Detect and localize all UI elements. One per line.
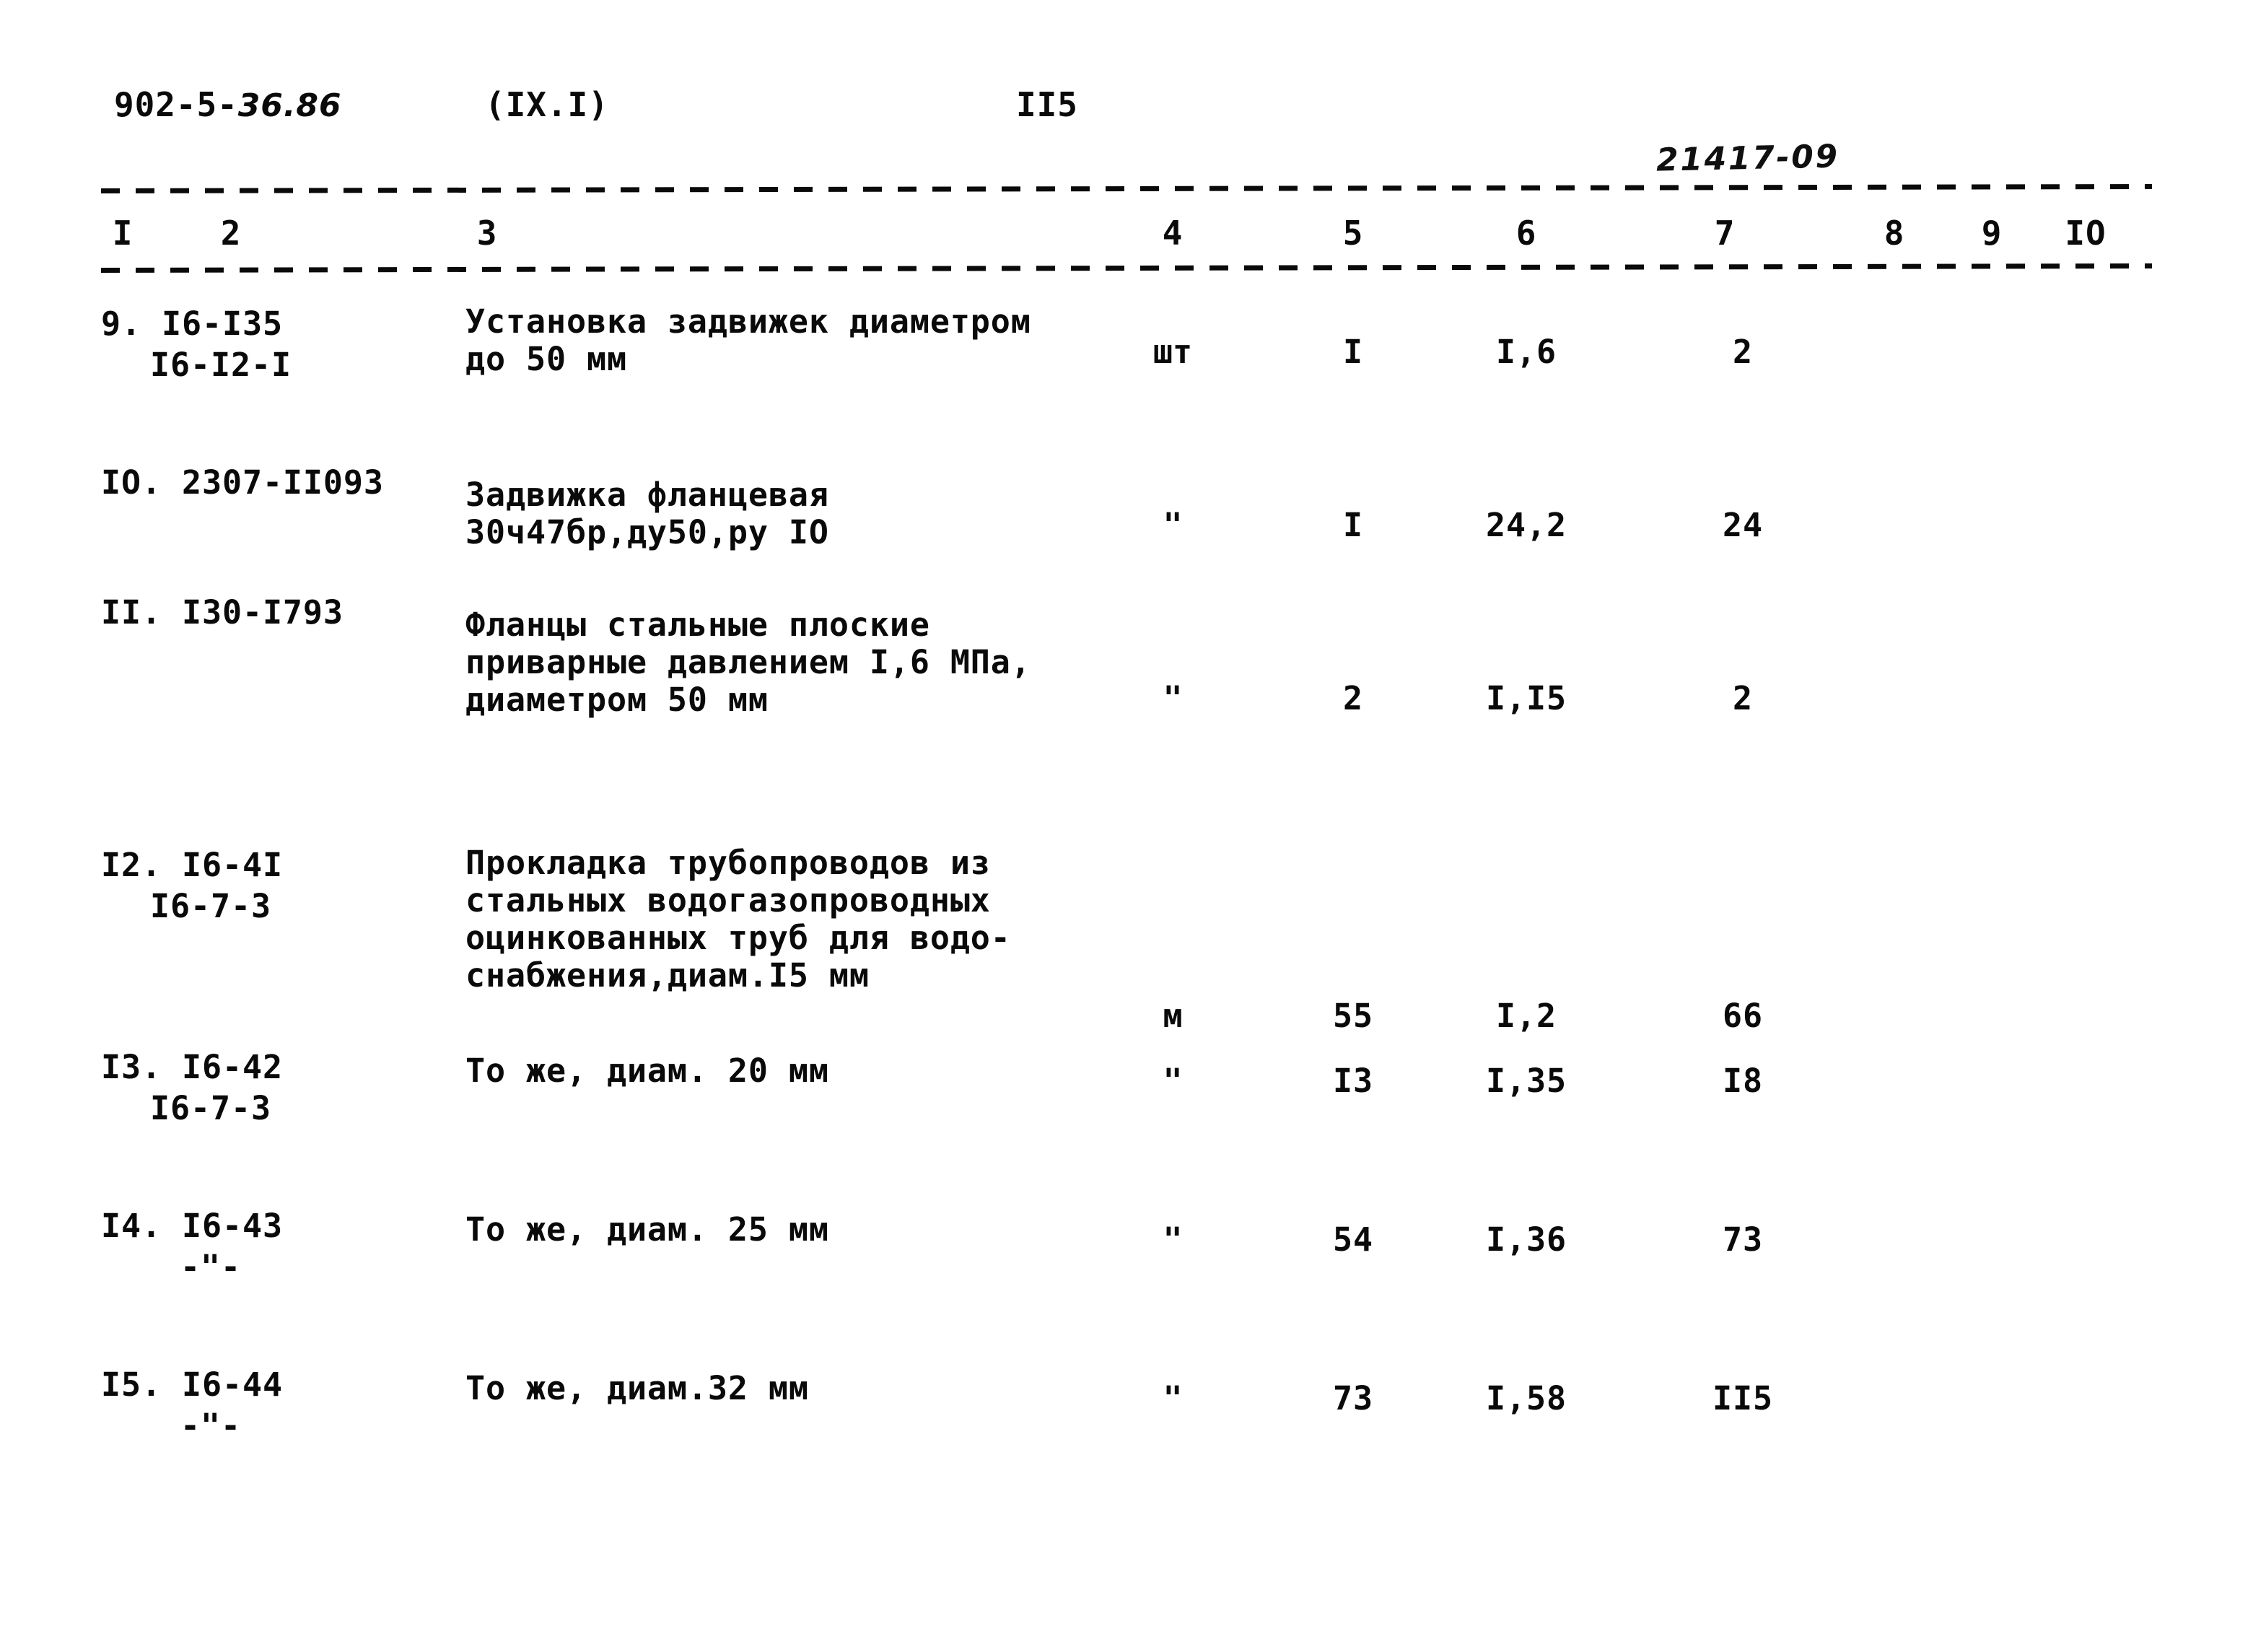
row-quantity-cell: I [1343, 333, 1363, 371]
row-norm-cell: 24,2 [1486, 506, 1567, 544]
row-description-cell: То же, диам.32 мм [465, 1370, 1115, 1407]
column-number-6: 6 [1515, 214, 1537, 253]
column-number-10: IO [2065, 214, 2107, 253]
row-index-line-2: I6-I2-I [150, 346, 292, 384]
row-index-cell: 9. I6-I35 I6-I2-I [101, 303, 476, 385]
row-index-ditto-mark: -"- [180, 1248, 241, 1286]
row-description-cell: То же, диам. 20 мм [465, 1052, 1115, 1090]
row-index-line-1: I3. I6-42 [101, 1048, 283, 1086]
row-index-cell: I3. I6-42 I6-7-3 [101, 1046, 476, 1129]
row-description-cell: Задвижка фланцевая 30ч47бр,ду50,ру IO [465, 476, 1115, 551]
description-line: снабжения,диам.I5 мм [465, 956, 870, 995]
column-number-4: 4 [1162, 214, 1184, 253]
column-number-1: I [112, 214, 134, 253]
row-unit-cell: " [1163, 1062, 1183, 1100]
row-quantity-cell: 54 [1333, 1220, 1373, 1259]
column-number-7: 7 [1714, 214, 1736, 253]
column-number-3: 3 [476, 214, 498, 253]
row-quantity-cell: I3 [1333, 1062, 1373, 1100]
row-norm-cell: I,6 [1496, 333, 1557, 371]
row-quantity-cell: 73 [1333, 1379, 1373, 1417]
row-unit-cell: " [1163, 1379, 1183, 1417]
table-bottom-rule [100, 263, 2153, 273]
row-norm-cell: I,I5 [1486, 679, 1567, 717]
row-index-line-2: I6-7-3 [150, 1089, 271, 1127]
row-index-cell: I4. I6-43 -"- [101, 1205, 476, 1288]
description-line: стальных водогазопроводных [465, 881, 991, 919]
row-index-line-2: I6-7-3 [150, 887, 271, 925]
row-unit-cell: м [1163, 997, 1183, 1035]
row-index-ditto-mark: -"- [180, 1407, 241, 1445]
row-description-cell: Фланцы стальные плоские приварные давлени… [465, 606, 1115, 719]
row-norm-cell: I,2 [1496, 997, 1557, 1035]
row-norm-cell: I,58 [1486, 1379, 1567, 1417]
description-line: приварные давлением I,6 МПа, [465, 643, 1031, 681]
description-line: То же, диам. 25 мм [465, 1210, 829, 1249]
row-index-line-1: I4. I6-43 [101, 1207, 283, 1245]
document-code-prefix: 902-5- [114, 85, 238, 124]
description-line: То же, диам. 20 мм [465, 1052, 829, 1090]
description-line: 30ч47бр,ду50,ру IO [465, 513, 829, 551]
section-code: (IX.I) [485, 85, 609, 124]
row-index-cell: II. I30-I793 [101, 592, 476, 633]
document-code: 902-5-36.86 [114, 85, 341, 124]
row-total-cell: I8 [1723, 1062, 1763, 1100]
row-index-line-1: I5. I6-44 [101, 1365, 283, 1404]
document-header: 902-5-36.86 (IX.I) II5 [0, 85, 2253, 136]
row-norm-cell: I,36 [1486, 1220, 1567, 1259]
row-total-cell: II5 [1712, 1379, 1773, 1417]
row-quantity-cell: 2 [1343, 679, 1363, 717]
row-quantity-cell: 55 [1333, 997, 1373, 1035]
description-line: То же, диам.32 мм [465, 1369, 809, 1407]
description-line: Установка задвижек диаметром [465, 302, 1031, 341]
column-number-8: 8 [1884, 214, 1905, 253]
document-code-suffix: 36.86 [237, 87, 342, 124]
page-number: II5 [1016, 85, 1078, 124]
row-index-cell: I2. I6-4I I6-7-3 [101, 844, 476, 927]
description-line: диаметром 50 мм [465, 681, 769, 719]
row-unit-cell: " [1163, 1220, 1183, 1259]
row-index-line-1: 9. I6-I35 [101, 305, 283, 343]
row-index-line-1: II. I30-I793 [101, 593, 344, 631]
row-description-cell: Прокладка трубопроводов из стальных водог… [465, 844, 1115, 995]
row-unit-cell: " [1163, 506, 1183, 544]
document-page: 902-5-36.86 (IX.I) II5 21417-09 I 2 3 4 … [0, 0, 2253, 1652]
row-total-cell: 73 [1723, 1220, 1763, 1259]
row-norm-cell: I,35 [1486, 1062, 1567, 1100]
column-number-9: 9 [1981, 214, 2003, 253]
table-column-numbers: I 2 3 4 5 6 7 8 9 IO [0, 214, 2253, 260]
row-description-cell: Установка задвижек диаметром до 50 мм [465, 303, 1115, 378]
row-index-line-1: I2. I6-4I [101, 846, 283, 884]
row-total-cell: 24 [1723, 506, 1763, 544]
column-number-2: 2 [220, 214, 242, 253]
row-index-cell: I5. I6-44 -"- [101, 1364, 476, 1446]
description-line: Фланцы стальные плоские [465, 606, 930, 644]
row-total-cell: 2 [1733, 679, 1753, 717]
row-total-cell: 66 [1723, 997, 1763, 1035]
row-unit-cell: " [1163, 679, 1183, 717]
row-index-cell: IO. 2307-II093 [101, 462, 476, 503]
row-total-cell: 2 [1733, 333, 1753, 371]
handwritten-annotation: 21417-09 [1655, 138, 1840, 179]
row-unit-cell: шт [1152, 333, 1193, 371]
table-top-rule [100, 184, 2153, 193]
description-line: оцинкованных труб для водо- [465, 919, 1011, 957]
column-number-5: 5 [1342, 214, 1364, 253]
description-line: Задвижка фланцевая [465, 476, 829, 514]
row-index-line-1: IO. 2307-II093 [101, 463, 384, 502]
row-description-cell: То же, диам. 25 мм [465, 1211, 1115, 1249]
description-line: до 50 мм [465, 340, 627, 378]
description-line: Прокладка трубопроводов из [465, 844, 991, 882]
row-quantity-cell: I [1343, 506, 1363, 544]
